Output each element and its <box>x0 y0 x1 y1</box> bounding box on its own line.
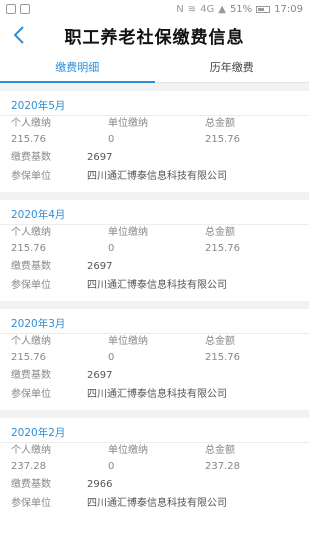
personal-value: 215.76 <box>11 134 46 145</box>
amount-value-row: 215.76 0 215.76 <box>11 241 298 257</box>
payment-record-card: 2020年5月 个人缴纳 单位缴纳 总金额 215.76 0 215.76 缴费… <box>0 91 309 192</box>
card-separator <box>0 192 309 200</box>
signal-label: 4G <box>200 3 215 15</box>
amount-value-row: 215.76 0 215.76 <box>11 350 298 366</box>
record-month: 2020年3月 <box>0 315 309 334</box>
total-value: 215.76 <box>205 243 240 254</box>
base-value: 2697 <box>87 152 113 163</box>
card-separator <box>0 83 309 91</box>
payment-record-card: 2020年4月 个人缴纳 单位缴纳 总金额 215.76 0 215.76 缴费… <box>0 200 309 301</box>
record-list: 2020年5月 个人缴纳 单位缴纳 总金额 215.76 0 215.76 缴费… <box>0 83 309 519</box>
base-value: 2697 <box>87 261 113 272</box>
amount-header-row: 个人缴纳 单位缴纳 总金额 <box>11 116 298 132</box>
total-value: 215.76 <box>205 134 240 145</box>
total-label: 总金额 <box>205 336 235 347</box>
page-title: 职工养老社保缴费信息 <box>64 27 245 48</box>
amount-value-row: 215.76 0 215.76 <box>11 132 298 148</box>
app-header: 职工养老社保缴费信息 <box>0 18 309 52</box>
battery-percent: 51% <box>229 3 253 15</box>
insured-unit-label: 参保单位 <box>11 280 51 291</box>
payment-record-card: 2020年2月 个人缴纳 单位缴纳 总金额 237.28 0 237.28 缴费… <box>0 418 309 519</box>
total-value: 237.28 <box>205 461 240 472</box>
battery-icon <box>256 5 271 13</box>
insured-unit-value: 四川通汇博泰信息科技有限公司 <box>87 280 227 291</box>
card-separator <box>0 301 309 309</box>
personal-label: 个人缴纳 <box>11 118 51 129</box>
tab-yearly-payments[interactable]: 历年缴费 <box>155 52 310 82</box>
total-label: 总金额 <box>205 445 235 456</box>
status-bar: N ≋ 4G ▲ 51% 17:09 <box>0 0 309 18</box>
total-label: 总金额 <box>205 118 235 129</box>
base-label: 缴费基数 <box>11 479 51 490</box>
base-row: 缴费基数 2697 <box>11 148 298 167</box>
unit-value: 0 <box>108 352 115 363</box>
personal-label: 个人缴纳 <box>11 336 51 347</box>
insured-unit-row: 参保单位 四川通汇博泰信息科技有限公司 <box>11 276 298 295</box>
cell-signal-icon: ▲ <box>218 3 226 15</box>
unit-label: 单位缴纳 <box>108 118 148 129</box>
notification-icon <box>6 4 16 14</box>
personal-value: 215.76 <box>11 243 46 254</box>
nfc-icon: N <box>176 3 184 15</box>
unit-value: 0 <box>108 134 115 145</box>
unit-value: 0 <box>108 243 115 254</box>
base-value: 2966 <box>87 479 113 490</box>
tab-bar: 缴费明细 历年缴费 <box>0 52 309 83</box>
base-row: 缴费基数 2966 <box>11 475 298 494</box>
insured-unit-row: 参保单位 四川通汇博泰信息科技有限公司 <box>11 494 298 513</box>
record-month: 2020年4月 <box>0 206 309 225</box>
record-month: 2020年5月 <box>0 97 309 116</box>
insured-unit-label: 参保单位 <box>11 171 51 182</box>
wifi-icon: ≋ <box>187 3 197 15</box>
amount-header-row: 个人缴纳 单位缴纳 总金额 <box>11 225 298 241</box>
tab-payment-details[interactable]: 缴费明细 <box>0 52 155 83</box>
clock: 17:09 <box>274 3 303 15</box>
unit-value: 0 <box>108 461 115 472</box>
base-label: 缴费基数 <box>11 152 51 163</box>
insured-unit-value: 四川通汇博泰信息科技有限公司 <box>87 171 227 182</box>
base-label: 缴费基数 <box>11 261 51 272</box>
unit-label: 单位缴纳 <box>108 227 148 238</box>
insured-unit-value: 四川通汇博泰信息科技有限公司 <box>87 389 227 400</box>
card-separator <box>0 410 309 418</box>
insured-unit-row: 参保单位 四川通汇博泰信息科技有限公司 <box>11 167 298 186</box>
unit-label: 单位缴纳 <box>108 336 148 347</box>
insured-unit-label: 参保单位 <box>11 498 51 509</box>
personal-value: 215.76 <box>11 352 46 363</box>
record-month: 2020年2月 <box>0 424 309 443</box>
base-row: 缴费基数 2697 <box>11 366 298 385</box>
payment-record-card: 2020年3月 个人缴纳 单位缴纳 总金额 215.76 0 215.76 缴费… <box>0 309 309 410</box>
personal-label: 个人缴纳 <box>11 445 51 456</box>
total-value: 215.76 <box>205 352 240 363</box>
total-label: 总金额 <box>205 227 235 238</box>
personal-value: 237.28 <box>11 461 46 472</box>
insured-unit-label: 参保单位 <box>11 389 51 400</box>
amount-header-row: 个人缴纳 单位缴纳 总金额 <box>11 443 298 459</box>
unit-label: 单位缴纳 <box>108 445 148 456</box>
back-arrow-icon[interactable] <box>10 24 30 46</box>
base-value: 2697 <box>87 370 113 381</box>
insured-unit-value: 四川通汇博泰信息科技有限公司 <box>87 498 227 509</box>
amount-header-row: 个人缴纳 单位缴纳 总金额 <box>11 334 298 350</box>
insured-unit-row: 参保单位 四川通汇博泰信息科技有限公司 <box>11 385 298 404</box>
base-label: 缴费基数 <box>11 370 51 381</box>
amount-value-row: 237.28 0 237.28 <box>11 459 298 475</box>
personal-label: 个人缴纳 <box>11 227 51 238</box>
gallery-icon <box>20 4 30 14</box>
base-row: 缴费基数 2697 <box>11 257 298 276</box>
